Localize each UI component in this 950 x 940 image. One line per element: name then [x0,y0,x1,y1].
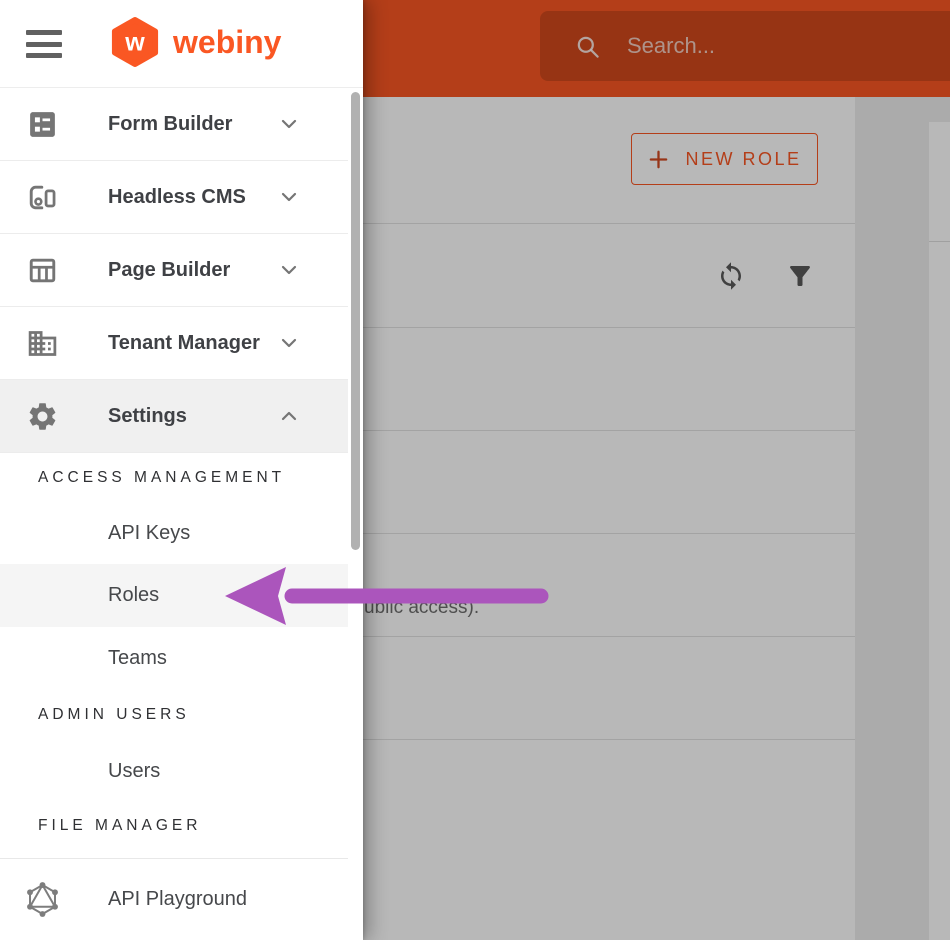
drawer-footer: API Playground [0,858,363,940]
sidebar-item-headless-cms[interactable]: Headless CMS [0,161,348,234]
webiny-wordmark: webiny [173,23,282,60]
hamburger-menu-button[interactable] [26,30,62,58]
chevron-down-icon [281,338,297,348]
chevron-down-icon [281,119,297,129]
sidebar-item-tenant-manager[interactable]: Tenant Manager [0,307,348,380]
sidebar-item-label: Settings [108,404,187,427]
sidebar-item-roles[interactable]: Roles [0,564,348,627]
page-builder-icon [29,258,56,282]
sidebar-section-access-management: ACCESS MANAGEMENT [38,468,286,486]
sidebar-item-label: Page Builder [108,258,231,281]
sidebar-section-admin-users: ADMIN USERS [38,706,190,723]
form-builder-icon [30,111,55,137]
sidebar-item-form-builder[interactable]: Form Builder [0,88,348,161]
sidebar-item-label: Headless CMS [108,185,246,208]
graphql-icon [27,881,58,917]
drawer-header: w webiny [0,0,363,88]
webiny-admin-screen: NEW ROLE ublic access). [0,0,950,940]
sidebar-item-label: Form Builder [108,112,233,135]
headless-cms-icon [29,185,56,209]
navigation-drawer: w webiny Form Builder Headless CMS Page … [0,0,363,940]
sidebar-item-api-playground[interactable]: API Playground [0,858,363,940]
drawer-scrollbar-thumb[interactable] [351,92,360,550]
webiny-logo[interactable]: w webiny [110,16,281,68]
sidebar-item-api-keys[interactable]: API Keys [0,502,348,564]
webiny-hexagon-logo-icon: w [111,17,159,67]
svg-text:w: w [124,29,145,57]
sidebar-item-users[interactable]: Users [0,740,348,803]
sidebar-item-label: Tenant Manager [108,331,260,354]
chevron-up-icon [281,411,297,421]
drawer-menu: Form Builder Headless CMS Page Builder T… [0,88,348,849]
sidebar-item-teams[interactable]: Teams [0,627,348,690]
chevron-down-icon [281,265,297,275]
tenant-manager-icon [28,330,57,356]
settings-icon [29,402,56,430]
sidebar-item-page-builder[interactable]: Page Builder [0,234,348,307]
sidebar-section-file-manager: FILE MANAGER [38,817,202,834]
chevron-down-icon [281,192,297,202]
sidebar-item-label: API Playground [108,887,247,910]
sidebar-item-settings[interactable]: Settings [0,380,348,453]
